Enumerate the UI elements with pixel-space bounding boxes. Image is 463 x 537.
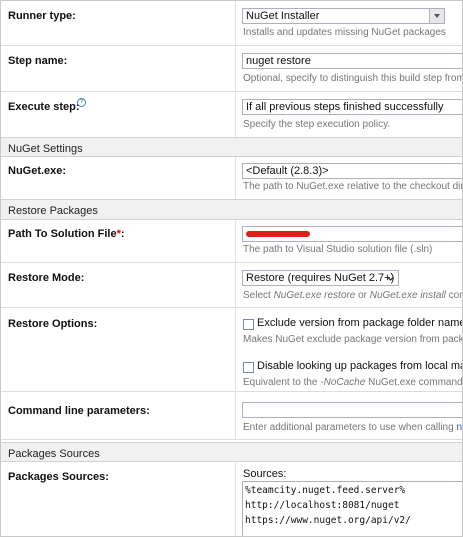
restore-options-label: Restore Options: [8,318,98,330]
column-divider [235,1,236,45]
exclude-version-hint: Makes NuGet exclude package version from… [243,334,463,345]
nuget-exe-row: NuGet.exe: <Default (2.8.3)> The path to… [1,157,462,200]
runner-type-row: Runner type: NuGet Installer Installs an… [1,1,462,46]
solution-path-label: Path To Solution File*: [8,228,125,240]
sources-label: Sources: [243,468,287,480]
step-name-row: Step name: nuget restore Optional, speci… [1,45,462,92]
column-divider [235,307,236,391]
packages-sources-label: Packages Sources: [8,471,109,483]
disable-local-cache-hint-text: Equivalent to the [243,377,321,388]
restore-mode-hint-restore: NuGet.exe restore [273,290,356,301]
packages-sources-section-header: Packages Sources [1,442,462,462]
restore-mode-hint-or: or [355,290,370,301]
chevron-down-icon [434,14,440,18]
command-line-hint-link[interactable]: nu [456,422,462,433]
execute-step-row: Execute step: ? If all previous steps fi… [1,91,462,138]
restore-options-row: Restore Options: Exclude version from pa… [1,307,462,392]
source-line: http://localhost:8081/nuget [245,500,400,511]
redacted-value [246,231,310,237]
column-divider [235,45,236,91]
command-line-input[interactable] [242,402,462,418]
nuget-settings-title: NuGet Settings [8,143,83,155]
exclude-version-label[interactable]: Exclude version from package folder name… [257,317,462,329]
execute-step-hint: Specify the step execution policy. [243,119,391,130]
restore-mode-row: Restore Mode: Restore (requires NuGet 2.… [1,262,462,308]
command-line-hint-text: Enter additional parameters to use when … [243,422,457,433]
column-divider [235,262,236,307]
source-line: https://www.nuget.org/api/v2/ [245,515,411,526]
solution-path-hint: The path to Visual Studio solution file … [243,244,433,255]
solution-path-row: Path To Solution File*: The path to Visu… [1,220,462,263]
solution-path-input[interactable] [242,226,462,242]
nocache-flag: -NoCache [320,377,366,388]
nuget-exe-select[interactable]: <Default (2.8.3)> [242,163,462,179]
step-name-value: nuget restore [246,55,311,67]
solution-path-label-colon: : [120,228,125,240]
step-name-label: Step name: [8,55,68,67]
packages-sources-title: Packages Sources [8,448,100,460]
column-divider [235,391,236,439]
restore-mode-hint-tail: comm [448,290,462,301]
column-divider [235,462,236,536]
execute-step-select[interactable]: If all previous steps finished successfu… [242,99,462,115]
restore-packages-section-header: Restore Packages [1,199,462,220]
restore-packages-title: Restore Packages [8,205,98,217]
restore-mode-hint: Select NuGet.exe restore or NuGet.exe in… [243,290,462,301]
step-name-input[interactable]: nuget restore [242,53,462,69]
build-step-form: Runner type: NuGet Installer Installs an… [0,0,463,537]
help-icon[interactable]: ? [77,98,86,107]
sources-textarea[interactable]: %teamcity.nuget.feed.server% http://loca… [242,481,462,536]
disable-local-cache-label[interactable]: Disable looking up packages from local m… [257,360,462,372]
nuget-settings-section-header: NuGet Settings [1,137,462,157]
disable-local-cache-checkbox[interactable] [243,362,254,373]
solution-path-label-text: Path To Solution File [8,228,117,240]
nuget-exe-label: NuGet.exe: [8,165,67,177]
restore-mode-value: Restore (requires NuGet 2.7+) [246,272,395,284]
runner-type-dropdown-button[interactable] [429,9,444,23]
command-line-row: Command line parameters: Enter additiona… [1,391,462,440]
runner-type-value: NuGet Installer [246,10,320,22]
runner-type-hint: Installs and updates missing NuGet packa… [243,27,446,38]
step-name-hint: Optional, specify to distinguish this bu… [243,73,463,84]
execute-step-label: Execute step: [8,101,80,113]
column-divider [235,157,236,199]
disable-local-cache-hint-tail: NuGet.exe commandline [368,377,463,388]
restore-mode-hint-text: Select [243,290,274,301]
restore-mode-label: Restore Mode: [8,272,85,284]
restore-mode-hint-install: NuGet.exe install [369,290,446,301]
source-line: %teamcity.nuget.feed.server% [245,485,406,496]
restore-mode-select[interactable]: Restore (requires NuGet 2.7+) [242,270,399,286]
disable-local-cache-hint: Equivalent to the -NoCache NuGet.exe com… [243,377,463,388]
nuget-exe-value: <Default (2.8.3)> [246,165,329,177]
runner-type-label: Runner type: [8,10,76,22]
column-divider [235,220,236,262]
command-line-hint: Enter additional parameters to use when … [243,422,462,433]
chevron-down-icon [387,276,394,281]
column-divider [235,91,236,137]
execute-step-value: If all previous steps finished successfu… [246,101,444,113]
exclude-version-checkbox[interactable] [243,319,254,330]
runner-type-select[interactable]: NuGet Installer [242,8,445,24]
nuget-exe-hint: The path to NuGet.exe relative to the ch… [243,181,463,192]
command-line-label: Command line parameters: [8,405,150,417]
